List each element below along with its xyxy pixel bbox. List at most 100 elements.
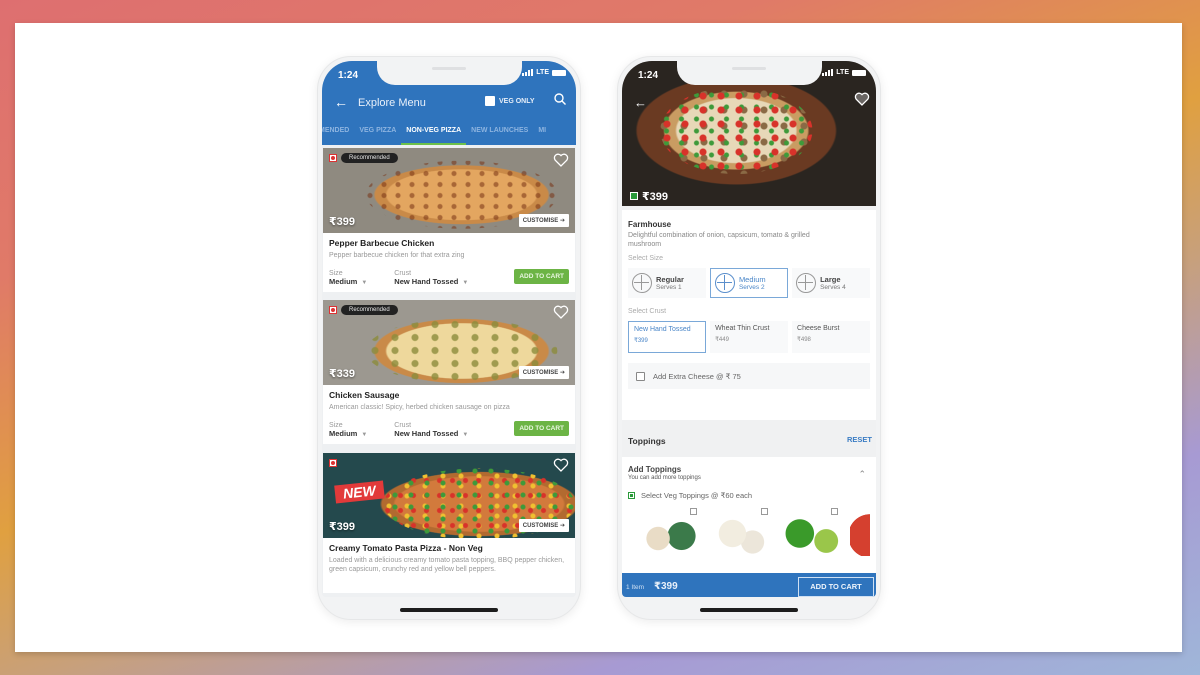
non-veg-icon xyxy=(329,306,337,314)
menu-list: Recommended ₹399 CUSTOMISE ➔ Pepper Barb… xyxy=(322,145,576,597)
size-value: Medium xyxy=(329,277,358,286)
crust-option-cheese-burst[interactable]: Cheese Burst ₹498 xyxy=(792,321,871,353)
size-serves: Serves 1 xyxy=(656,284,682,291)
heart-icon[interactable] xyxy=(854,91,870,107)
extra-cheese-checkbox[interactable] xyxy=(636,371,645,381)
back-arrow-icon[interactable]: ← xyxy=(634,95,647,110)
item-description: American classic! Spicy, herbed chicken … xyxy=(329,404,510,411)
notch xyxy=(377,61,522,85)
item-description: Loaded with a delicious creamy tomato pa… xyxy=(329,557,565,573)
toppings-section-header: Toppings RESET xyxy=(622,425,876,455)
select-size-label: Select Size xyxy=(628,255,664,262)
crust-options: New Hand Tossed ₹399 Wheat Thin Crust ₹4… xyxy=(628,321,871,353)
pizza-image[interactable]: NEW ₹399 CUSTOMISE ➔ xyxy=(323,453,575,538)
cart-bar: 1 Item ₹399 ADD TO CART xyxy=(622,573,876,597)
crust-name: Wheat Thin Crust xyxy=(715,325,770,332)
pizza-image[interactable]: Recommended ₹339 CUSTOMISE ➔ xyxy=(323,300,575,385)
pizza-description: Delightful combination of onion, capsicu… xyxy=(628,232,810,248)
screen: 1:24 LTE ← Explore Menu VEG ONLY MENDED … xyxy=(322,61,576,597)
pizza-size-icon xyxy=(796,273,817,293)
size-dropdown[interactable]: Size Medium ▼ xyxy=(329,270,367,286)
reset-button[interactable]: RESET xyxy=(847,435,872,444)
extra-cheese-label: Add Extra Cheese @ ₹ 75 xyxy=(653,371,741,381)
size-option-large[interactable]: Large Serves 4 xyxy=(792,268,871,298)
chevron-up-icon[interactable]: ⌃ xyxy=(858,469,866,480)
pizza-image[interactable]: Recommended ₹399 CUSTOMISE ➔ xyxy=(323,148,575,233)
menu-item: Recommended ₹339 CUSTOMISE ➔ Chicken Sau… xyxy=(323,300,575,444)
status-time: 1:24 xyxy=(638,70,659,81)
crust-dropdown[interactable]: Crust New Hand Tossed ▼ xyxy=(394,422,468,438)
add-to-cart-button[interactable]: ADD TO CART xyxy=(798,577,874,597)
veg-only-checkbox[interactable] xyxy=(485,96,495,106)
size-value: Medium xyxy=(329,429,358,438)
network-label: LTE xyxy=(536,69,549,76)
item-name: Pepper Barbecue Chicken xyxy=(329,238,435,248)
crust-option-new-hand-tossed[interactable]: New Hand Tossed ₹399 xyxy=(628,321,707,353)
item-price: ₹399 xyxy=(329,521,356,533)
new-badge: NEW xyxy=(334,480,385,504)
cart-item-count: 1 Item xyxy=(626,584,645,591)
topping-mushroom[interactable] xyxy=(638,506,705,556)
crust-name: New Hand Tossed xyxy=(634,326,691,333)
chevron-down-icon: ▼ xyxy=(361,280,368,286)
page-title: Explore Menu xyxy=(358,97,426,109)
size-label: Size xyxy=(329,270,343,277)
home-indicator xyxy=(700,608,798,612)
menu-item: Recommended ₹399 CUSTOMISE ➔ Pepper Barb… xyxy=(323,148,575,292)
home-indicator xyxy=(400,608,498,612)
topping-capsicum[interactable] xyxy=(779,506,847,556)
tab-new-launches[interactable]: NEW LAUNCHES xyxy=(466,123,533,145)
topping-onion[interactable] xyxy=(708,506,776,556)
crust-option-wheat-thin[interactable]: Wheat Thin Crust ₹449 xyxy=(710,321,789,353)
customise-button[interactable]: CUSTOMISE ➔ xyxy=(518,366,569,379)
add-to-cart-button[interactable]: ADD TO CART xyxy=(514,421,569,436)
veg-toppings-radio[interactable] xyxy=(628,492,635,499)
crust-label: Crust xyxy=(394,270,412,277)
heart-icon[interactable] xyxy=(553,152,569,168)
size-serves: Serves 4 xyxy=(820,284,846,291)
search-icon[interactable] xyxy=(554,93,566,105)
crust-label: Crust xyxy=(394,422,412,429)
heart-icon[interactable] xyxy=(553,304,569,320)
add-to-cart-button[interactable]: ADD TO CART xyxy=(514,269,569,284)
select-crust-label: Select Crust xyxy=(628,308,667,315)
hero-price: ₹399 xyxy=(642,191,669,203)
tab-more[interactable]: MI xyxy=(533,123,551,145)
signal-icon xyxy=(822,69,834,76)
size-option-medium[interactable]: Medium Serves 2 xyxy=(709,268,789,298)
size-dropdown[interactable]: Size Medium ▼ xyxy=(329,422,367,438)
back-arrow-icon[interactable]: ← xyxy=(334,94,348,110)
crust-name: Cheese Burst xyxy=(797,325,840,332)
category-tabs: MENDED VEG PIZZA NON-VEG PIZZA NEW LAUNC… xyxy=(322,123,576,145)
crust-dropdown[interactable]: Crust New Hand Tossed ▼ xyxy=(394,270,468,286)
pizza-name: Farmhouse xyxy=(628,220,672,229)
veg-only-toggle[interactable]: VEG ONLY xyxy=(485,96,535,106)
customise-button[interactable]: CUSTOMISE ➔ xyxy=(518,519,569,532)
signal-icon xyxy=(522,69,534,76)
tab-recommended[interactable]: MENDED xyxy=(322,123,354,145)
size-option-regular[interactable]: Regular Serves 1 xyxy=(628,268,706,298)
tab-veg-pizza[interactable]: VEG PIZZA xyxy=(354,123,401,145)
add-toppings-title: Add Toppings xyxy=(628,465,682,474)
item-price: ₹399 xyxy=(329,216,356,228)
heart-icon[interactable] xyxy=(553,457,569,473)
network-label: LTE xyxy=(836,69,849,76)
veg-toppings-option[interactable]: Select Veg Toppings @ ₹60 each xyxy=(628,491,870,500)
chevron-down-icon: ▼ xyxy=(462,432,469,438)
topping-tomato[interactable] xyxy=(850,506,870,556)
crust-price: ₹498 xyxy=(797,337,811,343)
topping-checkbox[interactable] xyxy=(831,508,839,515)
crust-value: New Hand Tossed xyxy=(394,277,459,286)
notch xyxy=(677,61,822,85)
cart-total: ₹399 xyxy=(654,581,678,592)
status-indicators: LTE xyxy=(822,69,866,76)
topping-checkbox[interactable] xyxy=(689,508,697,515)
extra-cheese-option[interactable]: Add Extra Cheese @ ₹ 75 xyxy=(628,363,870,389)
recommended-badge: Recommended xyxy=(341,153,398,163)
tab-non-veg-pizza[interactable]: NON-VEG PIZZA xyxy=(401,123,466,145)
battery-icon xyxy=(552,69,566,76)
crust-price: ₹449 xyxy=(715,337,729,343)
topping-checkbox[interactable] xyxy=(760,508,768,515)
customise-button[interactable]: CUSTOMISE ➔ xyxy=(518,214,569,227)
status-time: 1:24 xyxy=(338,70,359,81)
